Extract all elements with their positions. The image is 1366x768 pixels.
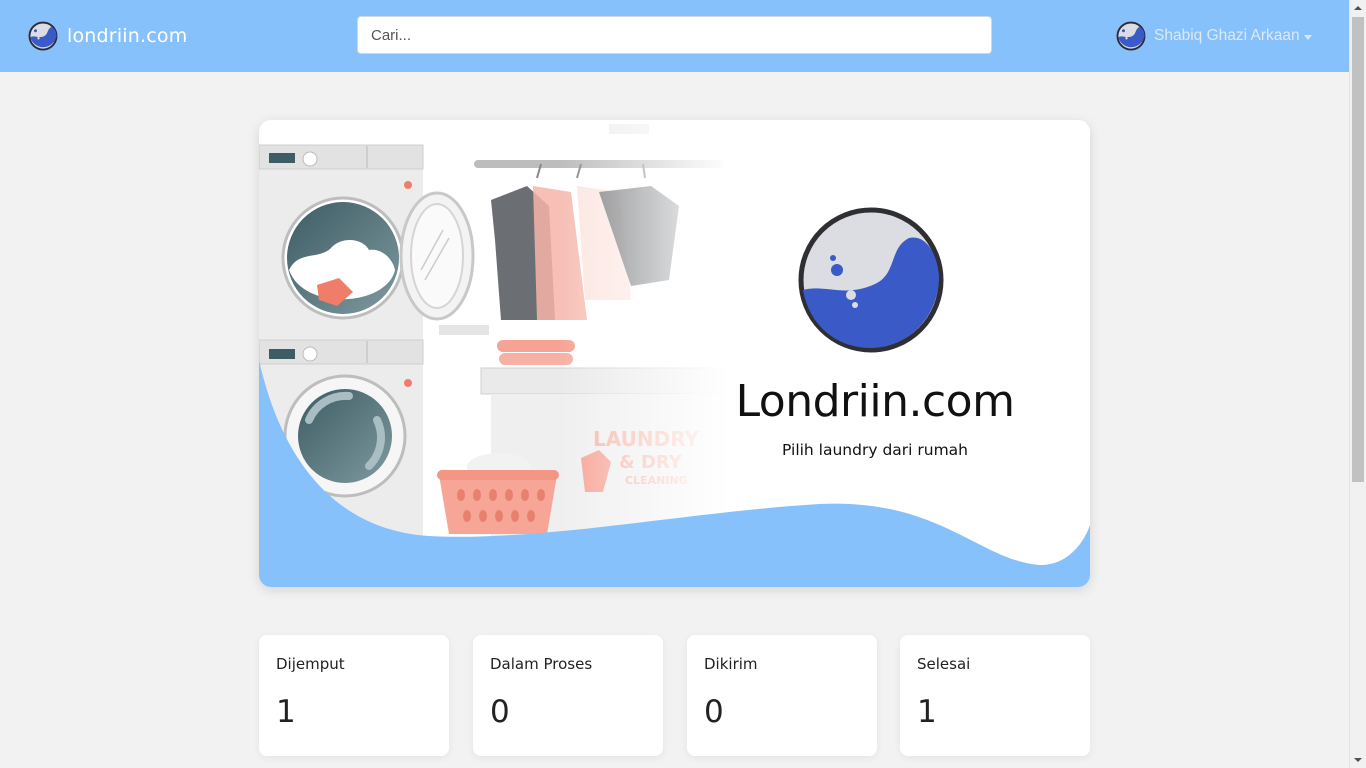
search-input[interactable] [357, 16, 992, 54]
scroll-down-icon[interactable] [1354, 758, 1362, 762]
stat-label: Dalam Proses [490, 655, 593, 673]
hero-subtitle: Pilih laundry dari rumah [782, 441, 968, 459]
laundry-illustration: LAUNDRY & DRY CLEANING [259, 120, 1090, 587]
stat-label: Dikirim [704, 655, 758, 673]
scroll-thumb[interactable] [1352, 17, 1364, 482]
brand-logo-icon [28, 21, 58, 51]
user-menu-toggle[interactable]: Shabiq Ghazi Arkaan [1116, 21, 1312, 51]
caret-down-icon [1303, 34, 1312, 40]
user-name: Shabiq Ghazi Arkaan [1154, 27, 1300, 44]
hero-banner: LAUNDRY & DRY CLEANING Londriin.com Pili… [259, 120, 1090, 587]
brand-link[interactable]: londriin.com [28, 21, 187, 51]
top-navbar: londriin.com Shabiq Ghazi Arkaan [0, 0, 1349, 72]
scroll-up-icon[interactable] [1354, 6, 1362, 10]
stat-card-selesai[interactable]: Selesai 1 [900, 635, 1090, 756]
stat-value: 1 [276, 694, 296, 730]
stat-card-dijemput[interactable]: Dijemput 1 [259, 635, 449, 756]
user-avatar-icon [1116, 21, 1146, 51]
stat-value: 1 [917, 694, 937, 730]
stat-label: Selesai [917, 655, 971, 673]
stat-value: 0 [490, 694, 510, 730]
hero-logo-icon [798, 207, 944, 353]
stat-value: 0 [704, 694, 724, 730]
brand-text: londriin.com [67, 25, 188, 47]
page-scrollbar[interactable] [1349, 0, 1366, 768]
stat-card-dalam-proses[interactable]: Dalam Proses 0 [473, 635, 663, 756]
stat-card-dikirim[interactable]: Dikirim 0 [687, 635, 877, 756]
stat-label: Dijemput [276, 655, 345, 673]
hero-title: Londriin.com [735, 376, 1015, 427]
